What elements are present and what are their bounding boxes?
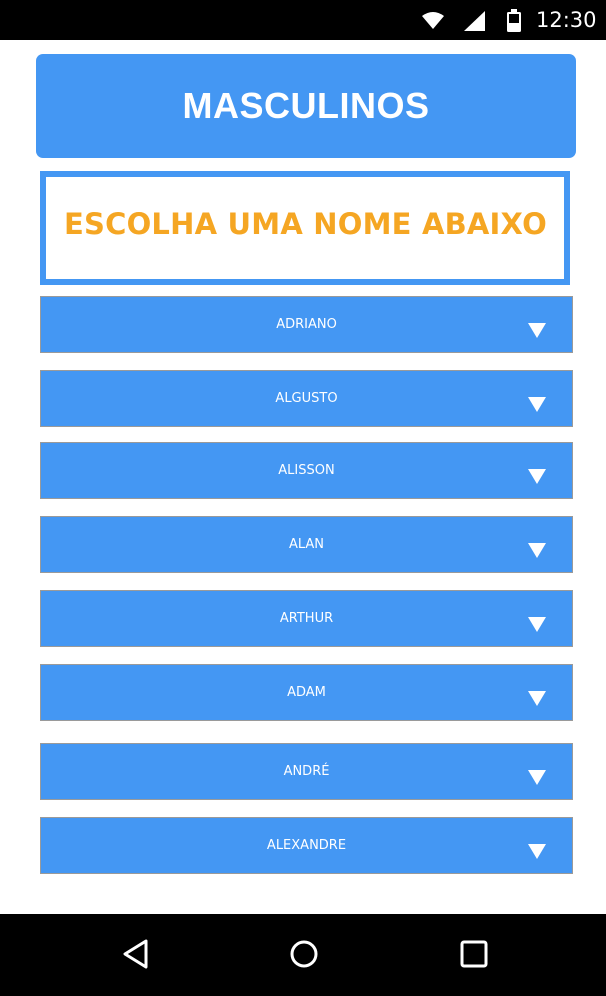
name-label: ARTHUR bbox=[279, 611, 334, 626]
prompt-box: ESCOLHA UMA NOME ABAIXO bbox=[40, 171, 570, 285]
name-label: ALISSON bbox=[278, 463, 335, 478]
name-item-arthur[interactable]: ARTHUR bbox=[40, 590, 573, 647]
back-icon[interactable] bbox=[121, 938, 149, 970]
chevron-down-icon bbox=[528, 691, 546, 706]
header-banner: MASCULINOS bbox=[36, 54, 576, 158]
name-label: ALGUSTO bbox=[275, 391, 338, 406]
name-item-alan[interactable]: ALAN bbox=[40, 516, 573, 573]
name-item-adam[interactable]: ADAM bbox=[40, 664, 573, 721]
status-bar: 12:30 bbox=[0, 0, 606, 40]
chevron-down-icon bbox=[528, 770, 546, 785]
chevron-down-icon bbox=[528, 844, 546, 859]
navigation-bar bbox=[0, 914, 606, 996]
chevron-down-icon bbox=[528, 323, 546, 338]
cellular-signal-icon bbox=[464, 11, 485, 31]
chevron-down-icon bbox=[528, 543, 546, 558]
page-title: MASCULINOS bbox=[182, 85, 430, 126]
home-icon[interactable] bbox=[289, 938, 319, 970]
name-label: ALEXANDRE bbox=[266, 838, 347, 853]
chevron-down-icon bbox=[528, 397, 546, 412]
prompt-text: ESCOLHA UMA NOME ABAIXO bbox=[64, 207, 547, 241]
name-label: ANDRÉ bbox=[283, 764, 330, 779]
name-item-alexandre[interactable]: ALEXANDRE bbox=[40, 817, 573, 874]
name-item-adriano[interactable]: ADRIANO bbox=[40, 296, 573, 353]
name-label: ADAM bbox=[287, 685, 326, 700]
name-label: ADRIANO bbox=[276, 317, 337, 332]
status-time: 12:30 bbox=[536, 8, 597, 32]
recents-icon[interactable] bbox=[460, 938, 488, 970]
name-item-algusto[interactable]: ALGUSTO bbox=[40, 370, 573, 427]
name-item-alisson[interactable]: ALISSON bbox=[40, 442, 573, 499]
chevron-down-icon bbox=[528, 469, 546, 484]
name-label: ALAN bbox=[288, 537, 325, 552]
name-item-andre[interactable]: ANDRÉ bbox=[40, 743, 573, 800]
battery-icon bbox=[507, 9, 521, 32]
chevron-down-icon bbox=[528, 617, 546, 632]
wifi-icon bbox=[422, 12, 444, 29]
